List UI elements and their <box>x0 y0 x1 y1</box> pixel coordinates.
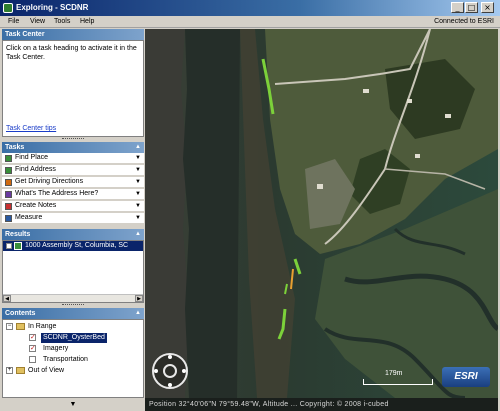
task-center-body: Click on a task heading to activate it i… <box>2 40 144 137</box>
esri-logo: ESRI <box>442 367 490 387</box>
contents-header[interactable]: Contents ▲ <box>2 308 144 319</box>
task-item[interactable]: Create Notes ▼ <box>2 201 144 212</box>
task-label: What's The Address Here? <box>15 190 99 197</box>
dropdown-arrow-icon[interactable]: ▼ <box>135 177 141 187</box>
window-title: Exploring - SCDNR <box>16 3 89 12</box>
map-status-bar: Position 32°40'06"N 79°59.48"W, Altitude… <box>145 398 498 411</box>
task-item[interactable]: Get Driving Directions ▼ <box>2 177 144 188</box>
results-body: 1000 Assembly St, Columbia, SC ◀ ▶ <box>2 240 144 303</box>
panel-collapse-grip[interactable]: ▼ <box>2 398 144 411</box>
tree-label: In Range <box>28 323 57 330</box>
checkbox[interactable] <box>29 356 36 363</box>
task-item[interactable]: What's The Address Here? ▼ <box>2 189 144 200</box>
horizontal-scrollbar[interactable]: ◀ ▶ <box>3 294 143 302</box>
task-center-header[interactable]: Task Center <box>2 29 144 40</box>
contents-title: Contents <box>5 310 36 317</box>
menu-tools[interactable]: Tools <box>54 17 70 27</box>
menu-bar: File View Tools Help Connected to ESRI <box>0 16 500 28</box>
checkbox[interactable] <box>6 243 12 249</box>
tree-label: Out of View <box>28 367 65 374</box>
pan-south-icon[interactable] <box>168 383 172 387</box>
pan-west-icon[interactable] <box>154 369 158 373</box>
tree-node[interactable]: Transportation <box>3 355 143 365</box>
find-address-icon <box>5 167 12 174</box>
scale-bar <box>363 379 433 385</box>
minimize-button[interactable]: _ <box>451 2 464 13</box>
tree-node[interactable]: + Out of View <box>3 366 143 376</box>
splitter-results[interactable] <box>2 303 144 307</box>
folder-icon <box>16 367 25 374</box>
menu-view[interactable]: View <box>30 17 45 27</box>
tree-node[interactable]: ✓ Imagery <box>3 344 143 354</box>
connection-status: Connected to ESRI <box>434 18 494 25</box>
result-item[interactable]: 1000 Assembly St, Columbia, SC <box>3 241 143 251</box>
map-view[interactable]: 179m ESRI <box>145 29 498 398</box>
results-header[interactable]: Results ▲ <box>2 229 144 240</box>
title-bar: Exploring - SCDNR _ □ × <box>0 0 500 16</box>
tree-label: Imagery <box>43 345 69 352</box>
scale-label: 179m <box>385 370 403 377</box>
tasks-header[interactable]: Tasks ▲ <box>2 142 144 153</box>
task-center-tips-link[interactable]: Task Center tips <box>6 125 56 132</box>
scroll-right-icon[interactable]: ▶ <box>135 295 143 302</box>
task-label: Get Driving Directions <box>15 178 84 185</box>
tree-label: Transportation <box>43 356 88 363</box>
result-label: 1000 Assembly St, Columbia, SC <box>25 242 129 249</box>
menu-help[interactable]: Help <box>80 17 94 27</box>
tree-node[interactable]: ✓ SCDNR_OysterBed <box>3 333 143 343</box>
collapse-icon[interactable]: ▲ <box>135 308 141 319</box>
address-here-icon <box>5 191 12 198</box>
collapse-icon[interactable]: ▲ <box>135 229 141 240</box>
task-label: Create Notes <box>15 202 57 209</box>
find-place-icon <box>5 155 12 162</box>
maximize-button[interactable]: □ <box>465 2 478 13</box>
task-center-title: Task Center <box>5 31 45 38</box>
tree-node[interactable]: − In Range <box>3 322 143 332</box>
splitter-task-center[interactable] <box>2 137 144 141</box>
close-button[interactable]: × <box>481 2 494 13</box>
measure-icon <box>5 215 12 222</box>
checkbox[interactable]: ✓ <box>29 345 36 352</box>
dropdown-arrow-icon[interactable]: ▼ <box>135 165 141 175</box>
directions-icon <box>5 179 12 186</box>
task-label: Measure <box>15 214 43 221</box>
navigation-control[interactable] <box>152 353 188 389</box>
collapse-icon[interactable]: − <box>6 323 13 330</box>
pan-center-icon[interactable] <box>163 364 177 378</box>
satellite-imagery <box>145 29 498 398</box>
app-icon <box>3 3 13 13</box>
task-label: Find Place <box>15 154 49 161</box>
scroll-left-icon[interactable]: ◀ <box>3 295 11 302</box>
expand-icon[interactable]: + <box>6 367 13 374</box>
results-title: Results <box>5 231 31 238</box>
notes-icon <box>5 203 12 210</box>
left-panel: Task Center Click on a task heading to a… <box>2 29 144 411</box>
collapse-icon[interactable]: ▲ <box>135 142 141 153</box>
folder-icon <box>16 323 25 330</box>
address-icon <box>14 242 22 250</box>
contents-body: − In Range ✓ SCDNR_OysterBed ✓ Imagery Transpo… <box>2 319 144 398</box>
task-label: Find Address <box>15 166 56 173</box>
task-center-message: Click on a task heading to activate it i… <box>6 45 137 61</box>
tasks-title: Tasks <box>5 144 25 151</box>
dropdown-arrow-icon[interactable]: ▼ <box>135 201 141 211</box>
task-item[interactable]: Find Address ▼ <box>2 165 144 176</box>
checkbox[interactable]: ✓ <box>29 334 36 341</box>
pan-north-icon[interactable] <box>168 355 172 359</box>
pan-east-icon[interactable] <box>182 369 186 373</box>
task-item[interactable]: Measure ▼ <box>2 213 144 224</box>
dropdown-arrow-icon[interactable]: ▼ <box>135 153 141 163</box>
task-item[interactable]: Find Place ▼ <box>2 153 144 164</box>
tree-label: SCDNR_OysterBed <box>41 333 107 343</box>
menu-file[interactable]: File <box>8 17 19 27</box>
dropdown-arrow-icon[interactable]: ▼ <box>135 213 141 223</box>
dropdown-arrow-icon[interactable]: ▼ <box>135 189 141 199</box>
